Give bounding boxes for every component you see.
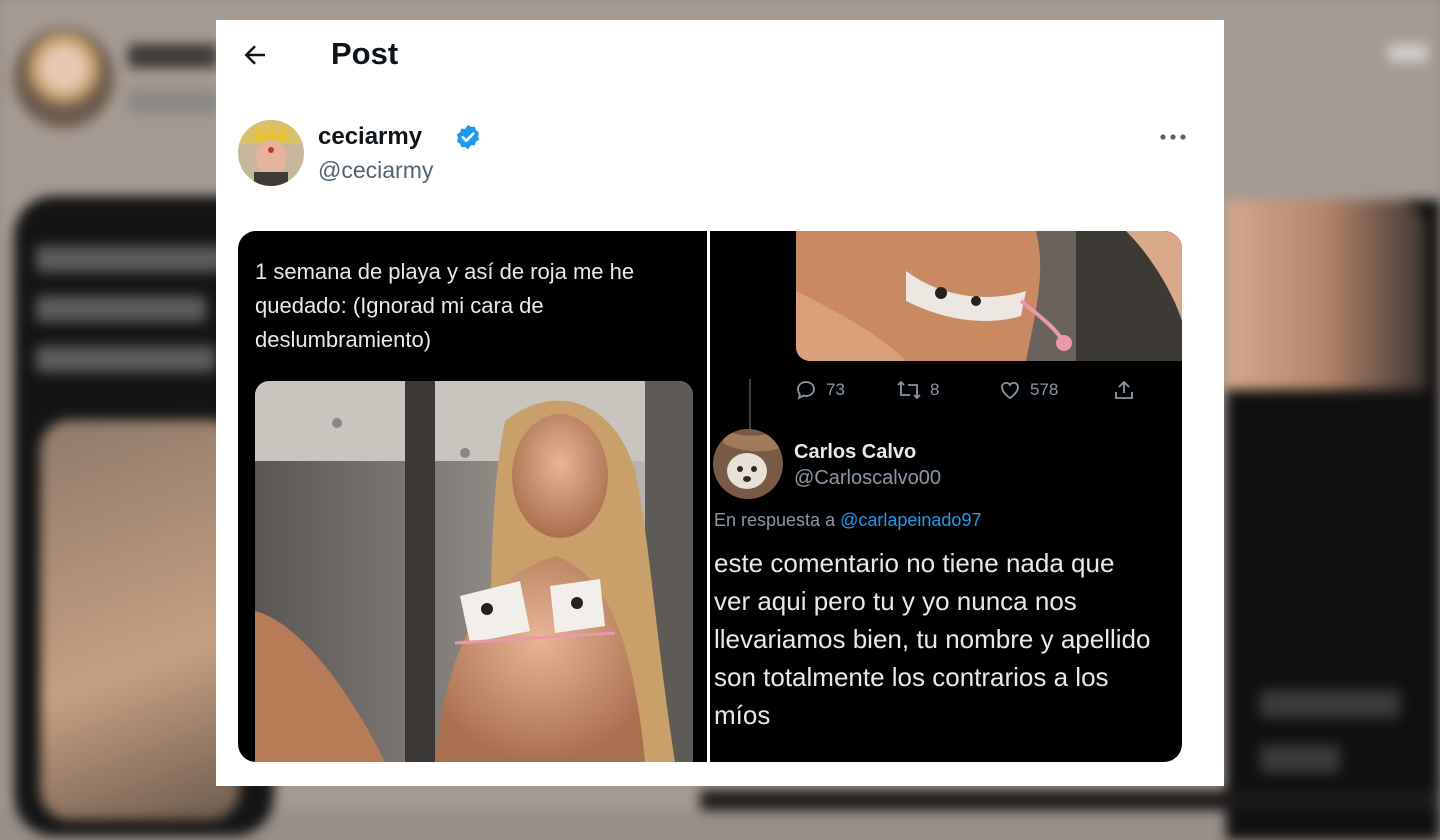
background-bottom-strip — [700, 790, 1440, 810]
background-photo-left — [40, 420, 240, 820]
avatar-image — [713, 429, 783, 499]
background-photo-right — [1226, 200, 1426, 390]
arrow-left-icon — [244, 45, 265, 65]
screenshot-left-panel: 1 semana de playa y así de roja me he qu… — [238, 231, 707, 762]
beach-selfie-photo — [255, 381, 693, 762]
reply-text-line: ver aqui pero tu y yo nunca nos — [714, 586, 1077, 616]
reply-text-line: este comentario no tiene nada que — [714, 548, 1115, 578]
like-action[interactable]: 578 — [998, 377, 1058, 403]
background-text-line — [36, 346, 216, 372]
heart-icon — [1001, 381, 1019, 400]
retweet-action[interactable]: 8 — [896, 377, 939, 403]
more-options-button[interactable] — [1156, 124, 1190, 150]
avatar-image — [238, 120, 304, 186]
retweet-icon — [897, 380, 921, 400]
post-author: ceciarmy @ceciarmy — [238, 120, 1198, 190]
in-reply-to-label: En respuesta a — [714, 510, 841, 530]
background-name-blur — [128, 44, 218, 68]
reply-text: este comentario no tiene nada que ver aq… — [714, 544, 1182, 734]
screenshot-right-panel: 73 8 578 Carlos Calvo @Carloscalvo00 En … — [710, 231, 1182, 762]
top-bar: Post — [216, 20, 1224, 92]
share-icon — [1115, 380, 1133, 399]
back-button[interactable] — [240, 40, 270, 70]
page-title: Post — [331, 36, 399, 71]
thread-connector-line — [749, 379, 751, 429]
reply-text-line: son totalmente los contrarios a los — [714, 662, 1109, 692]
embedded-tweet-photo-cropped — [796, 231, 1182, 361]
verified-badge-icon — [456, 124, 480, 150]
author-avatar[interactable] — [238, 120, 304, 186]
author-display-name[interactable]: ceciarmy — [318, 123, 422, 151]
reply-icon — [797, 381, 815, 400]
reply-author-handle[interactable]: @Carloscalvo00 — [794, 467, 941, 490]
retweet-count: 8 — [930, 380, 940, 399]
embedded-tweet-photo — [255, 381, 693, 762]
background-avatar — [14, 28, 114, 128]
like-count: 578 — [1030, 380, 1059, 399]
reply-count: 73 — [826, 380, 845, 399]
background-text-line — [36, 296, 206, 322]
background-text-line — [36, 246, 226, 272]
author-handle[interactable]: @ceciarmy — [318, 157, 433, 184]
embedded-tweet-actions: 73 8 578 — [794, 377, 1134, 403]
photo-crop — [796, 231, 1182, 361]
embedded-tweet-text: 1 semana de playa y así de roja me he qu… — [255, 259, 635, 352]
reply-text-line: llevariamos bien, tu nombre y apellido — [714, 624, 1151, 654]
reply-author-name[interactable]: Carlos Calvo — [794, 441, 916, 464]
background-text-line — [1260, 690, 1400, 718]
post-media-image[interactable]: 1 semana de playa y así de roja me he qu… — [238, 231, 1182, 762]
background-handle-blur — [128, 90, 218, 114]
reply-text-line: míos — [714, 700, 771, 730]
share-action[interactable] — [1112, 377, 1136, 403]
in-reply-to-line: En respuesta a @carlapeinado97 — [714, 510, 981, 531]
in-reply-to-mention[interactable]: @carlapeinado97 — [840, 510, 981, 530]
post-card: Post ceciarmy @ceciarmy 1 semana de play… — [216, 20, 1224, 786]
reply-author-avatar[interactable] — [713, 429, 783, 499]
background-more-dots — [1388, 44, 1428, 62]
reply-action[interactable]: 73 — [794, 377, 845, 403]
background-text-line — [1260, 745, 1340, 773]
more-horizontal-icon — [1160, 134, 1186, 140]
